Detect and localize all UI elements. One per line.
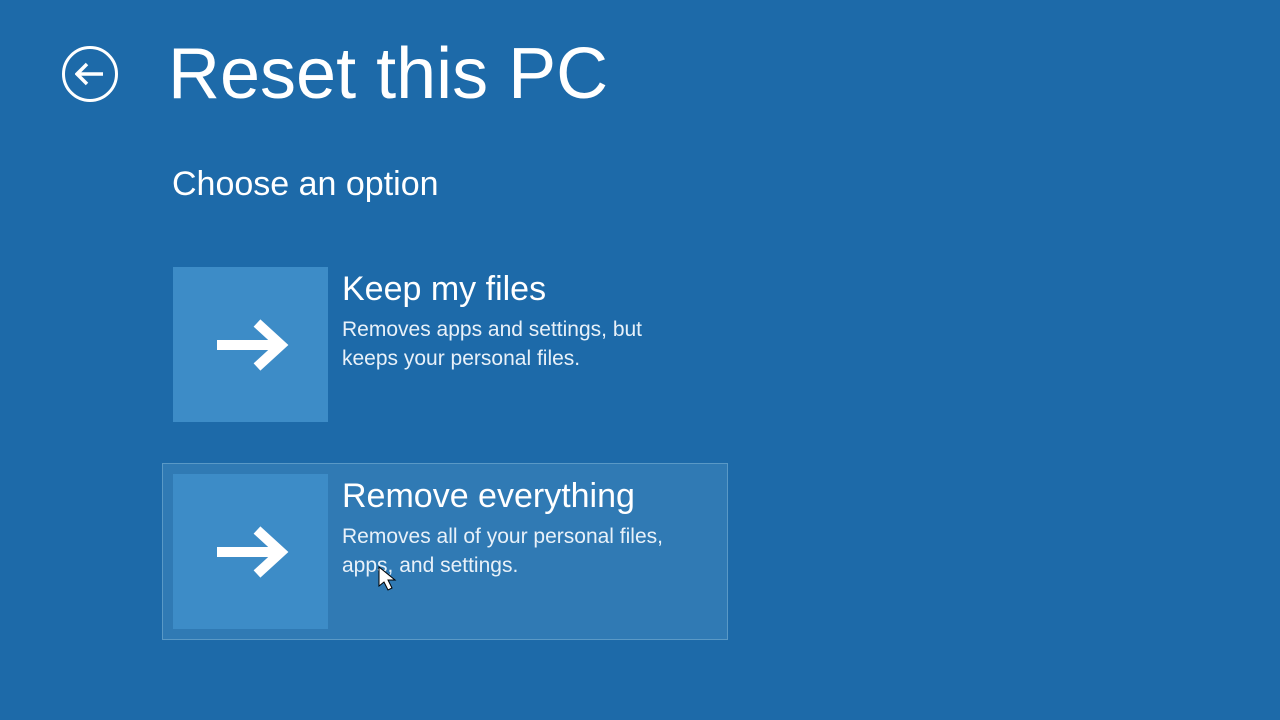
option-title: Remove everything	[342, 478, 688, 515]
option-text: Remove everything Removes all of your pe…	[328, 474, 688, 629]
back-button[interactable]	[62, 46, 118, 102]
subtitle: Choose an option	[172, 165, 439, 204]
back-arrow-icon	[75, 62, 105, 86]
option-tile	[173, 267, 328, 422]
option-description: Removes apps and settings, but keeps you…	[342, 316, 688, 373]
option-title: Keep my files	[342, 271, 688, 308]
page-title: Reset this PC	[168, 38, 608, 110]
option-tile	[173, 474, 328, 629]
options-list: Keep my files Removes apps and settings,…	[162, 256, 728, 640]
arrow-right-icon	[211, 317, 291, 373]
option-description: Removes all of your personal files, apps…	[342, 523, 688, 580]
arrow-right-icon	[211, 524, 291, 580]
option-keep-my-files[interactable]: Keep my files Removes apps and settings,…	[162, 256, 728, 433]
option-text: Keep my files Removes apps and settings,…	[328, 267, 688, 422]
header: Reset this PC	[62, 38, 608, 110]
option-remove-everything[interactable]: Remove everything Removes all of your pe…	[162, 463, 728, 640]
